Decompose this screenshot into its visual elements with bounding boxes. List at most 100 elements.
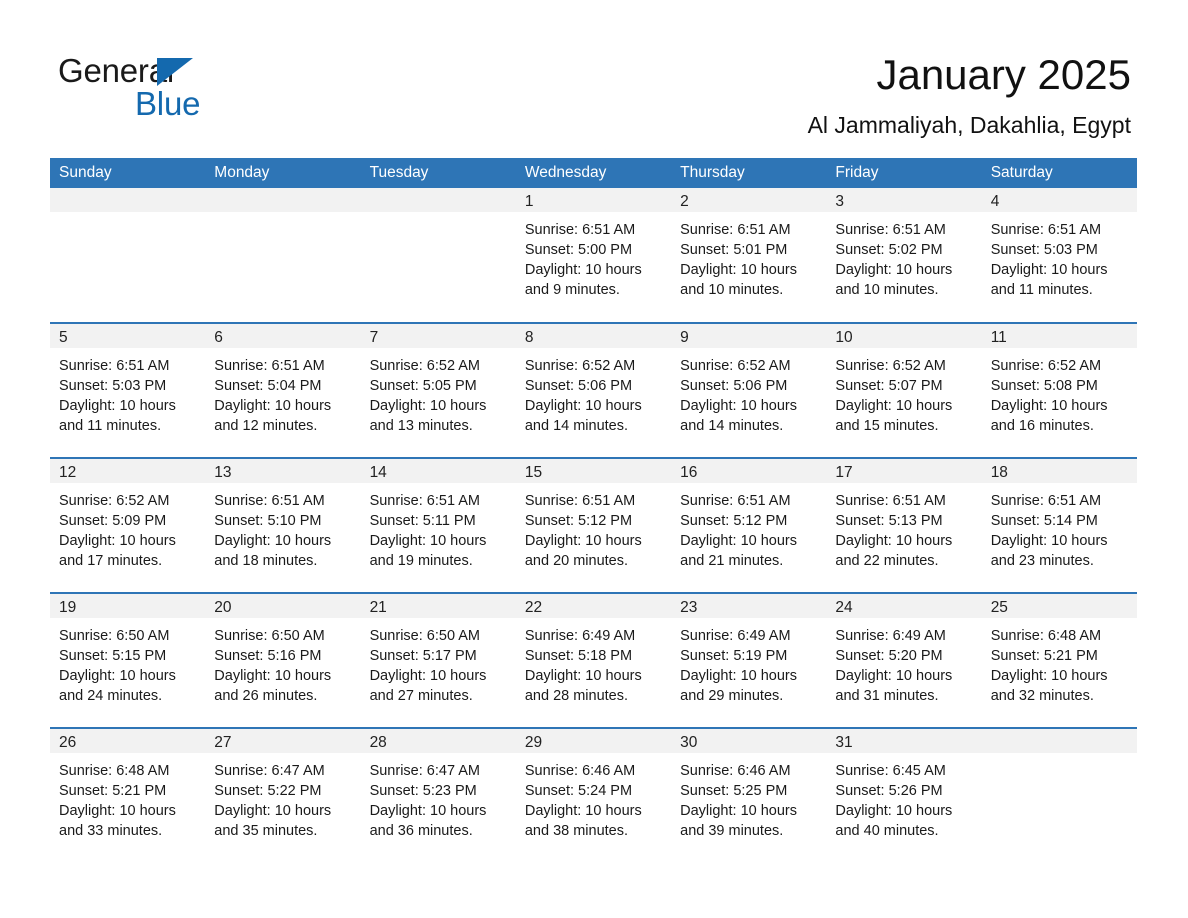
day-cell[interactable]: 14 Sunrise: 6:51 AM Sunset: 5:11 PM Dayligh… [360, 457, 516, 593]
day-detail-line: Daylight: 10 hours [214, 533, 332, 549]
day-cell[interactable]: 29 Sunrise: 6:46 AM Sunset: 5:24 PM Dayligh… [515, 727, 672, 863]
day-detail-line: Sunrise: 6:49 AM [680, 628, 791, 644]
weekday-header-wednesday: Wednesday [515, 158, 672, 188]
day-detail-line: and 10 minutes. [680, 282, 784, 298]
day-cell[interactable]: 23 Sunrise: 6:49 AM Sunset: 5:19 PM Dayligh… [671, 592, 827, 728]
day-detail-line: Sunset: 5:17 PM [369, 648, 477, 664]
day-detail-line: Daylight: 10 hours [990, 533, 1108, 549]
week-row: 12 Sunrise: 6:52 AM Sunset: 5:09 PM Dayligh… [50, 457, 1137, 593]
day-cell[interactable]: 18 Sunrise: 6:51 AM Sunset: 5:14 PM Dayligh… [981, 457, 1137, 593]
day-cell[interactable]: 6 Sunrise: 6:51 AM Sunset: 5:04 PM Daylight… [205, 322, 361, 458]
day-cell[interactable]: 4 Sunrise: 6:51 AM Sunset: 5:03 PM Daylight… [981, 188, 1137, 323]
day-number: 7 [360, 324, 516, 348]
day-cell[interactable]: 19 Sunrise: 6:50 AM Sunset: 5:15 PM Dayligh… [50, 592, 206, 728]
day-detail-line: and 28 minutes. [524, 688, 629, 704]
day-cell[interactable]: 13 Sunrise: 6:51 AM Sunset: 5:10 PM Dayligh… [205, 457, 361, 593]
day-details: Sunrise: 6:51 AM Sunset: 5:11 PM Daylight:… [361, 483, 516, 571]
day-cell[interactable]: 5 Sunrise: 6:51 AM Sunset: 5:03 PM Daylight… [50, 322, 206, 458]
day-cell[interactable]: 27 Sunrise: 6:47 AM Sunset: 5:22 PM Dayligh… [205, 727, 361, 863]
day-cell[interactable]: 30 Sunrise: 6:46 AM Sunset: 5:25 PM Dayligh… [671, 727, 827, 863]
day-cell[interactable]: 22 Sunrise: 6:49 AM Sunset: 5:18 PM Dayligh… [515, 592, 672, 728]
day-detail-line: Daylight: 10 hours [59, 803, 176, 819]
day-number: 21 [360, 594, 516, 618]
calendar-page: General Blue January 2025 Al Jammaliyah,… [0, 0, 1188, 918]
day-number: 14 [360, 459, 516, 483]
day-cell[interactable]: 10 Sunrise: 6:52 AM Sunset: 5:07 PM Dayligh… [826, 322, 982, 458]
day-cell[interactable]: 12 Sunrise: 6:52 AM Sunset: 5:09 PM Dayligh… [50, 457, 206, 593]
day-detail-line: and 20 minutes. [524, 553, 629, 569]
day-detail-line: Sunset: 5:16 PM [214, 648, 322, 664]
day-number: 26 [50, 729, 206, 753]
day-detail-line: Sunset: 5:15 PM [59, 648, 167, 664]
day-detail-line: Sunrise: 6:50 AM [59, 628, 170, 644]
day-cell[interactable]: 16 Sunrise: 6:51 AM Sunset: 5:12 PM Dayligh… [671, 457, 827, 593]
day-cell-empty [981, 727, 1137, 863]
day-cell[interactable]: 26 Sunrise: 6:48 AM Sunset: 5:21 PM Dayligh… [50, 727, 206, 863]
day-detail-line: Sunrise: 6:51 AM [835, 493, 946, 509]
day-detail-line: Daylight: 10 hours [680, 803, 797, 819]
day-detail-line: Daylight: 10 hours [369, 533, 487, 549]
day-detail-line: Sunrise: 6:51 AM [369, 493, 480, 509]
day-details [50, 212, 205, 220]
day-cell[interactable]: 15 Sunrise: 6:51 AM Sunset: 5:12 PM Dayligh… [515, 457, 672, 593]
day-detail-line: and 18 minutes. [214, 553, 318, 569]
day-cell[interactable]: 21 Sunrise: 6:50 AM Sunset: 5:17 PM Dayligh… [360, 592, 516, 728]
day-detail-line: Daylight: 10 hours [680, 262, 797, 278]
weekday-header-thursday: Thursday [671, 158, 827, 188]
day-detail-line: Daylight: 10 hours [680, 398, 797, 414]
day-detail-line: and 15 minutes. [835, 418, 939, 434]
day-number: 11 [981, 324, 1137, 348]
day-number [50, 188, 206, 212]
day-detail-line: and 27 minutes. [369, 688, 473, 704]
day-cell[interactable]: 2 Sunrise: 6:51 AM Sunset: 5:01 PM Daylight… [671, 188, 827, 323]
day-detail-line: and 19 minutes. [369, 553, 473, 569]
day-number: 10 [826, 324, 982, 348]
day-cell[interactable]: 20 Sunrise: 6:50 AM Sunset: 5:16 PM Dayligh… [205, 592, 361, 728]
generalblue-logo[interactable]: General Blue [58, 52, 308, 130]
day-detail-line: and 11 minutes. [59, 418, 162, 434]
day-details: Sunrise: 6:50 AM Sunset: 5:16 PM Daylight:… [205, 618, 360, 706]
day-cell[interactable]: 31 Sunrise: 6:45 AM Sunset: 5:26 PM Dayligh… [826, 727, 982, 863]
triangle-flag-icon [157, 58, 193, 86]
day-details [361, 212, 516, 220]
day-cell[interactable]: 28 Sunrise: 6:47 AM Sunset: 5:23 PM Dayligh… [360, 727, 516, 863]
day-number: 3 [826, 188, 982, 212]
day-detail-line: Daylight: 10 hours [369, 803, 487, 819]
day-cell[interactable]: 24 Sunrise: 6:49 AM Sunset: 5:20 PM Dayligh… [826, 592, 982, 728]
day-detail-line: Sunset: 5:18 PM [524, 648, 633, 664]
day-cell[interactable]: 17 Sunrise: 6:51 AM Sunset: 5:13 PM Dayligh… [826, 457, 982, 593]
day-detail-line: Daylight: 10 hours [835, 668, 953, 684]
day-details: Sunrise: 6:47 AM Sunset: 5:23 PM Daylight:… [361, 753, 516, 841]
day-cell[interactable]: 9 Sunrise: 6:52 AM Sunset: 5:06 PM Daylight… [671, 322, 827, 458]
day-details: Sunrise: 6:49 AM Sunset: 5:20 PM Daylight:… [826, 618, 981, 706]
day-detail-line: Sunset: 5:07 PM [835, 378, 943, 394]
day-cell[interactable]: 3 Sunrise: 6:51 AM Sunset: 5:02 PM Daylight… [826, 188, 982, 323]
day-number: 22 [515, 594, 672, 618]
day-cell[interactable]: 7 Sunrise: 6:52 AM Sunset: 5:05 PM Daylight… [360, 322, 516, 458]
day-cell[interactable]: 11 Sunrise: 6:52 AM Sunset: 5:08 PM Dayligh… [981, 322, 1137, 458]
day-details: Sunrise: 6:51 AM Sunset: 5:00 PM Daylight:… [516, 212, 671, 300]
day-detail-line: and 29 minutes. [680, 688, 784, 704]
day-number: 15 [515, 459, 672, 483]
week-row: 19 Sunrise: 6:50 AM Sunset: 5:15 PM Dayligh… [50, 592, 1137, 728]
day-cell[interactable]: 25 Sunrise: 6:48 AM Sunset: 5:21 PM Dayligh… [981, 592, 1137, 728]
weekday-header-monday: Monday [205, 158, 361, 188]
day-detail-line: Sunrise: 6:50 AM [214, 628, 325, 644]
day-detail-line: Daylight: 10 hours [214, 398, 332, 414]
day-detail-line: Daylight: 10 hours [524, 533, 642, 549]
day-detail-line: Sunset: 5:26 PM [835, 783, 943, 799]
day-number: 8 [515, 324, 672, 348]
day-detail-line: and 33 minutes. [59, 823, 163, 839]
day-detail-line: and 40 minutes. [835, 823, 939, 839]
day-details: Sunrise: 6:51 AM Sunset: 5:04 PM Daylight:… [205, 348, 360, 436]
day-details: Sunrise: 6:47 AM Sunset: 5:22 PM Daylight:… [205, 753, 360, 841]
day-number: 31 [826, 729, 982, 753]
day-cell[interactable]: 1 Sunrise: 6:51 AM Sunset: 5:00 PM Daylight… [515, 188, 672, 323]
day-details: Sunrise: 6:52 AM Sunset: 5:06 PM Daylight:… [671, 348, 826, 436]
day-detail-line: Sunrise: 6:48 AM [990, 628, 1102, 644]
page-title: January 2025 [876, 51, 1131, 98]
day-detail-line: and 32 minutes. [990, 688, 1094, 704]
day-details: Sunrise: 6:48 AM Sunset: 5:21 PM Daylight:… [50, 753, 205, 841]
day-detail-line: Sunrise: 6:52 AM [524, 358, 636, 374]
day-cell[interactable]: 8 Sunrise: 6:52 AM Sunset: 5:06 PM Daylight… [515, 322, 672, 458]
